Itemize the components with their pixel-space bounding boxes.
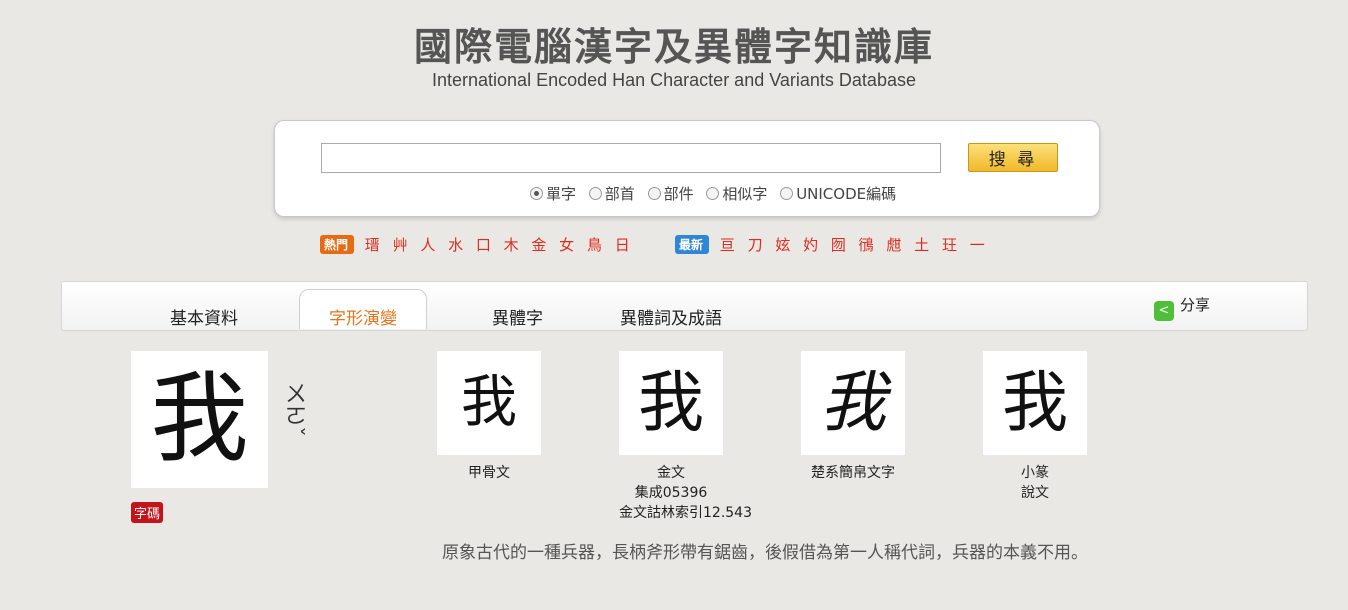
hot-chars-links[interactable]: 瑨 艸 人 水 口 木 金 女 鳥 日 bbox=[365, 236, 634, 254]
share-label: 分享 bbox=[1180, 296, 1211, 314]
site-subtitle: International Encoded Han Character and … bbox=[432, 70, 916, 90]
radio-selected-icon[interactable] bbox=[530, 187, 543, 200]
glyph-caption: 金文 集成05396 金文詁林索引12.543 bbox=[619, 465, 752, 521]
tab-glyph-evolution[interactable]: 字形演變 bbox=[299, 289, 427, 329]
radio-icon[interactable] bbox=[780, 187, 794, 200]
search-mode-options: 單字 部首 部件 相似字 UNICODE編碼 bbox=[530, 183, 904, 204]
share-icon[interactable]: < bbox=[1154, 301, 1174, 321]
glyph-image[interactable]: 我 bbox=[801, 351, 905, 455]
radio-icon[interactable] bbox=[647, 187, 661, 200]
glyph-image[interactable]: 我 bbox=[619, 351, 723, 455]
site-title[interactable]: 國際電腦漢字及異體字知識庫 bbox=[0, 22, 1348, 72]
search-button[interactable]: 搜 尋 bbox=[968, 143, 1058, 172]
glyph-image[interactable]: 我 bbox=[983, 351, 1087, 455]
glyph-caption: 楚系簡帛文字 bbox=[811, 465, 895, 481]
char-code-link[interactable]: 字碼 bbox=[131, 502, 164, 523]
glyph-chu-bamboo: 我 楚系簡帛文字 bbox=[801, 351, 905, 483]
glyph-bronze: 我 金文 集成05396 金文詁林索引12.543 bbox=[619, 351, 752, 523]
zhuyin-reading: ㄨㄛˇ bbox=[281, 382, 306, 437]
hot-chars-row: 熱門 瑨 艸 人 水 口 木 金 女 鳥 日 bbox=[320, 234, 634, 255]
new-chars-row: 最新 亘 刀 妶 妁 囫 鴴 甝 土 玨 一 bbox=[675, 234, 989, 255]
new-badge: 最新 bbox=[675, 235, 710, 254]
glyph-image[interactable]: 我 bbox=[437, 351, 541, 455]
radio-icon[interactable] bbox=[706, 187, 720, 200]
radio-component[interactable]: 部件 bbox=[647, 183, 694, 204]
radio-radical[interactable]: 部首 bbox=[588, 183, 635, 204]
radio-single-char[interactable]: 單字 bbox=[530, 183, 576, 204]
radio-unicode[interactable]: UNICODE編碼 bbox=[780, 183, 896, 204]
glyph-caption: 甲骨文 bbox=[468, 465, 510, 481]
tab-variants[interactable]: 異體字 bbox=[492, 304, 543, 329]
share-button[interactable]: < 分享 bbox=[1154, 294, 1210, 321]
glyph-small-seal: 我 小篆 說文 bbox=[983, 351, 1087, 503]
evolution-description: 原象古代的一種兵器，長柄斧形帶有鋸齒，後假借為第一人稱代詞，兵器的本義不用。 bbox=[442, 543, 1088, 563]
new-chars-links[interactable]: 亘 刀 妶 妁 囫 鴴 甝 土 玨 一 bbox=[720, 236, 989, 254]
radio-icon[interactable] bbox=[588, 187, 602, 200]
tab-basic-info[interactable]: 基本資料 bbox=[170, 304, 238, 329]
tab-variant-words[interactable]: 異體詞及成語 bbox=[620, 304, 722, 329]
glyph-caption: 小篆 說文 bbox=[1021, 465, 1049, 501]
tab-bar: 基本資料 字形演變 異體字 異體詞及成語 < 分享 bbox=[61, 281, 1308, 331]
hot-badge: 熱門 bbox=[320, 235, 355, 254]
glyph-oracle-bone: 我 甲骨文 bbox=[437, 351, 541, 483]
main-character: 我 bbox=[131, 351, 268, 488]
search-input[interactable] bbox=[321, 143, 941, 173]
site-header: 國際電腦漢字及異體字知識庫 International Encoded Han … bbox=[0, 22, 1348, 91]
search-panel: 搜 尋 單字 部首 部件 相似字 UNICODE編碼 bbox=[274, 120, 1100, 217]
radio-similar-char[interactable]: 相似字 bbox=[706, 183, 767, 204]
